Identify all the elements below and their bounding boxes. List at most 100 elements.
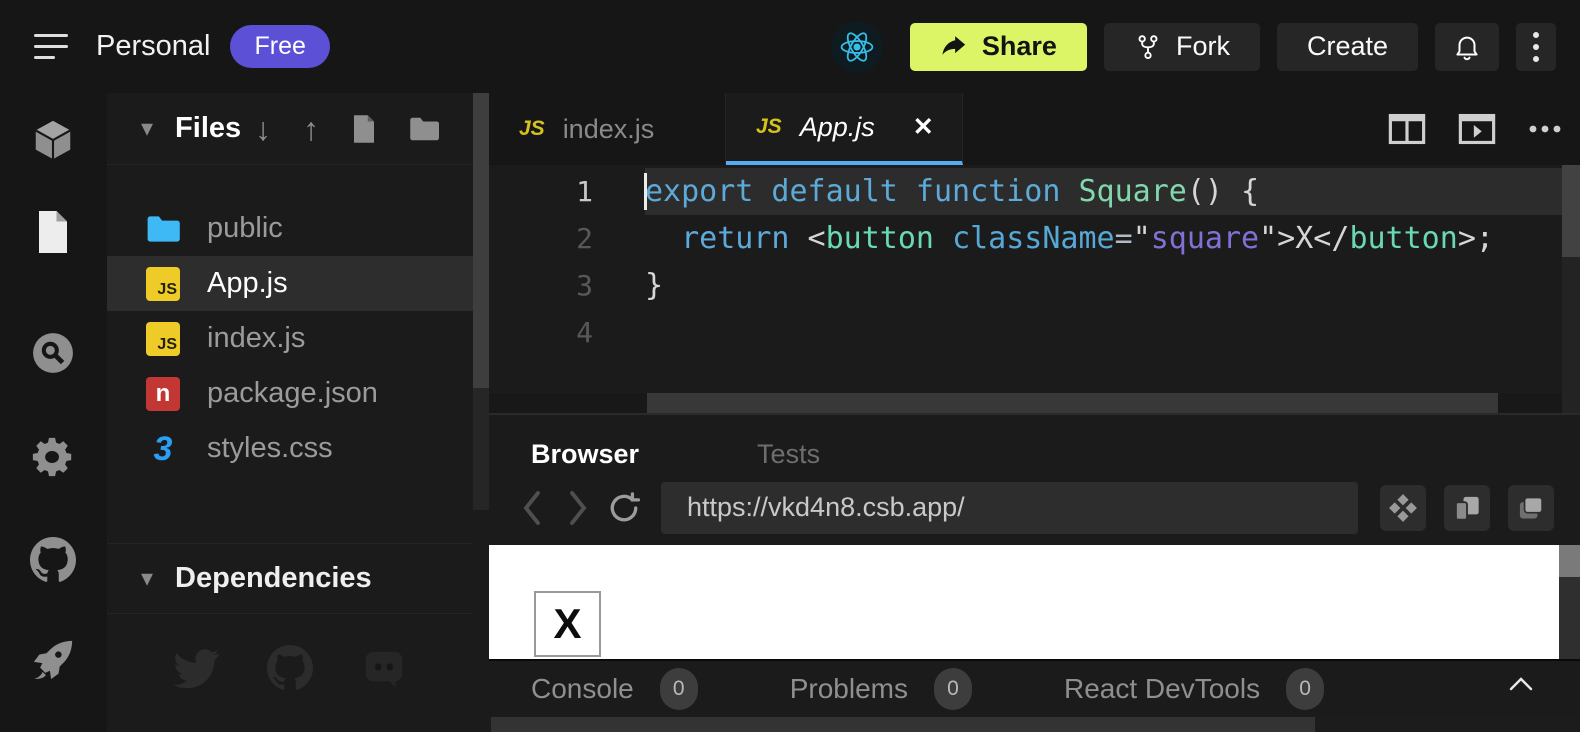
npm-icon: n bbox=[145, 376, 181, 412]
square-button[interactable]: X bbox=[534, 591, 601, 657]
devtools-tab-label: Problems bbox=[790, 673, 908, 705]
github-icon[interactable] bbox=[267, 645, 313, 691]
devtools-tab-label: Console bbox=[531, 673, 634, 705]
bottom-scrollbar-thumb[interactable] bbox=[491, 717, 1315, 732]
files-panel-icon[interactable] bbox=[29, 208, 77, 256]
files-actions: ↓ ↑ bbox=[255, 113, 439, 145]
devtools-tab-label: React DevTools bbox=[1064, 673, 1260, 705]
fork-icon bbox=[1134, 33, 1162, 61]
url-text: https://vkd4n8.csb.app/ bbox=[687, 492, 965, 523]
browser-tab-tests[interactable]: Tests bbox=[757, 439, 820, 470]
deploy-rocket-icon[interactable] bbox=[29, 636, 77, 684]
topbar-actions: Share Fork Create bbox=[831, 21, 1556, 73]
line-number: 4 bbox=[489, 309, 645, 356]
menu-icon[interactable] bbox=[34, 34, 74, 59]
files-header[interactable]: ▾ Files ↓ ↑ bbox=[107, 93, 473, 165]
file-row-public[interactable]: public bbox=[107, 201, 473, 256]
share-button[interactable]: Share bbox=[910, 23, 1087, 71]
preview-scrollbar-thumb[interactable] bbox=[1559, 545, 1580, 577]
fork-button[interactable]: Fork bbox=[1104, 23, 1260, 71]
file-name: styles.css bbox=[207, 432, 333, 465]
dependencies-title: Dependencies bbox=[175, 562, 372, 595]
file-row-styles.css[interactable]: 3 styles.css bbox=[107, 421, 473, 476]
code-line-4[interactable] bbox=[645, 309, 1562, 356]
file-row-App.js[interactable]: JSApp.js bbox=[107, 256, 473, 311]
code-line-3[interactable]: } bbox=[645, 262, 1562, 309]
browser-tab-browser[interactable]: Browser bbox=[531, 439, 639, 470]
devtools-tab-problems[interactable]: Problems0 bbox=[790, 668, 972, 710]
open-new-window-button[interactable] bbox=[1508, 485, 1554, 531]
create-button[interactable]: Create bbox=[1277, 23, 1418, 71]
js-icon: JS bbox=[145, 321, 181, 357]
file-list: publicJSApp.jsJSindex.jsnpackage.json3st… bbox=[107, 201, 473, 476]
line-number-gutter: 1234 bbox=[489, 168, 645, 356]
devtools-tab-react-devtools[interactable]: React DevTools0 bbox=[1064, 668, 1324, 710]
file-name: App.js bbox=[207, 267, 288, 300]
upload-icon[interactable]: ↑ bbox=[303, 113, 319, 145]
files-title: Files bbox=[175, 112, 241, 145]
line-number: 1 bbox=[489, 168, 645, 215]
responsive-preview-button[interactable] bbox=[1444, 485, 1490, 531]
explorer-scrollbar-thumb[interactable] bbox=[473, 93, 489, 388]
discord-icon[interactable] bbox=[361, 645, 407, 691]
new-folder-icon[interactable] bbox=[409, 116, 439, 142]
url-bar[interactable]: https://vkd4n8.csb.app/ bbox=[661, 482, 1358, 534]
js-tab-icon: JS bbox=[519, 117, 545, 141]
browser-tabs: Browser Tests bbox=[489, 415, 1580, 470]
download-icon[interactable]: ↓ bbox=[255, 113, 271, 145]
editor-tab-tools bbox=[1388, 93, 1562, 165]
github-panel-icon[interactable] bbox=[29, 536, 77, 584]
editor-hscrollbar-thumb[interactable] bbox=[647, 393, 1498, 413]
dependencies-caret-icon[interactable]: ▾ bbox=[141, 564, 153, 593]
preview-window-icon[interactable] bbox=[1458, 113, 1496, 145]
file-explorer: ▾ Files ↓ ↑ publicJSApp.jsJSindex.jsnpac… bbox=[107, 93, 489, 732]
forward-icon[interactable] bbox=[555, 478, 601, 538]
kebab-menu-icon bbox=[1533, 32, 1539, 62]
notifications-button[interactable] bbox=[1435, 23, 1499, 71]
dependencies-header[interactable]: ▾ Dependencies bbox=[107, 543, 473, 614]
npm-file-icon: n bbox=[146, 377, 180, 411]
css-file-icon: 3 bbox=[154, 432, 173, 466]
collapse-caret-icon[interactable]: ▾ bbox=[141, 114, 153, 143]
code-editor[interactable]: 1234 export default function Square() { … bbox=[489, 165, 1580, 413]
editor-tab-App.js[interactable]: JSApp.js✕ bbox=[726, 93, 963, 165]
code-line-1[interactable]: export default function Square() { bbox=[645, 168, 1562, 215]
settings-gear-icon[interactable] bbox=[29, 433, 77, 481]
code-lines: export default function Square() { retur… bbox=[645, 168, 1562, 356]
editor-more-icon[interactable] bbox=[1528, 124, 1562, 134]
back-icon[interactable] bbox=[509, 478, 555, 538]
editor-vscrollbar-thumb[interactable] bbox=[1562, 165, 1580, 257]
preview-devtools-button[interactable] bbox=[1380, 485, 1426, 531]
workspace-name[interactable]: Personal bbox=[96, 30, 210, 63]
css-icon: 3 bbox=[145, 431, 181, 467]
close-tab-icon[interactable]: ✕ bbox=[913, 112, 934, 142]
line-number: 2 bbox=[489, 215, 645, 262]
app-preview: X bbox=[489, 545, 1580, 659]
social-links bbox=[107, 645, 473, 691]
file-name: public bbox=[207, 212, 283, 245]
js-file-icon: JS bbox=[146, 322, 180, 356]
split-view-icon[interactable] bbox=[1388, 113, 1426, 145]
twitter-icon[interactable] bbox=[173, 645, 219, 691]
refresh-icon[interactable] bbox=[601, 478, 647, 538]
bell-icon bbox=[1452, 32, 1482, 62]
codesandbox-app: Personal Free Share bbox=[0, 0, 1580, 732]
devtools-tab-console[interactable]: Console 0 bbox=[531, 668, 698, 710]
file-name: package.json bbox=[207, 377, 378, 410]
devtools-bar: Console 0 Problems0 React DevTools0 bbox=[489, 659, 1580, 717]
share-icon bbox=[940, 33, 968, 61]
file-row-package.json[interactable]: n package.json bbox=[107, 366, 473, 421]
folder-icon bbox=[145, 211, 181, 247]
new-file-icon[interactable] bbox=[351, 114, 377, 144]
search-panel-icon[interactable] bbox=[29, 329, 77, 377]
sandbox-cube-icon[interactable] bbox=[29, 116, 77, 164]
workspace: JSindex.jsJSApp.js✕ bbox=[489, 93, 1580, 732]
editor-tabs: JSindex.jsJSApp.js✕ bbox=[489, 93, 963, 165]
code-line-2[interactable]: return <button className="square">X</but… bbox=[645, 215, 1562, 262]
count-badge: 0 bbox=[660, 668, 698, 710]
bottom-scrollbar-track[interactable] bbox=[489, 717, 1580, 732]
more-menu-button[interactable] bbox=[1516, 23, 1556, 71]
editor-tab-index.js[interactable]: JSindex.js bbox=[489, 93, 726, 165]
expand-devtools-icon[interactable] bbox=[1508, 675, 1534, 698]
file-row-index.js[interactable]: JSindex.js bbox=[107, 311, 473, 366]
